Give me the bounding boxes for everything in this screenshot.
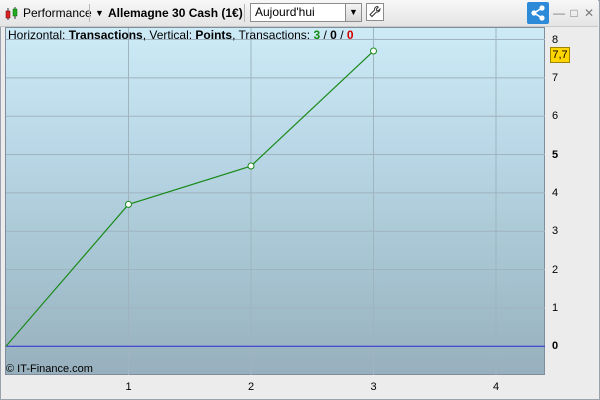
x-tick-label: 4 xyxy=(492,381,500,393)
y-tick-label: 0 xyxy=(552,340,559,353)
vertical-label: , Vertical: xyxy=(142,28,196,42)
performance-chart xyxy=(5,28,545,375)
transactions-label: , Transactions: xyxy=(232,28,314,42)
separator-slash: / xyxy=(320,28,331,42)
y-tick-label: 2 xyxy=(552,263,559,276)
copyright-text: © IT-Finance.com xyxy=(6,363,93,375)
y-tick-label: 6 xyxy=(552,110,559,123)
data-point xyxy=(370,47,377,55)
data-point xyxy=(125,200,132,208)
y-tick-label: 7 xyxy=(552,71,559,84)
x-tick-label: 3 xyxy=(370,381,377,393)
separator-slash: / xyxy=(336,28,347,42)
y-tick-label: 8 xyxy=(552,33,559,46)
x-tick-label: 1 xyxy=(125,381,132,393)
vertical-value: Points xyxy=(195,28,233,42)
data-point xyxy=(247,162,255,170)
horizontal-label: Horizontal: xyxy=(8,28,69,42)
y-tick-label: 5 xyxy=(552,148,559,161)
transactions-loss: 0 xyxy=(346,28,354,42)
y-tick-label: 3 xyxy=(552,225,559,238)
y-tick-label: 1 xyxy=(552,301,559,314)
y-tick-label: 4 xyxy=(552,186,559,199)
last-value-badge: 7,7 xyxy=(550,47,570,63)
performance-series-line xyxy=(5,50,374,347)
transactions-zero: 0 xyxy=(330,28,337,42)
x-tick-label: 2 xyxy=(247,381,255,393)
chart-info-line: Horizontal: Transactions, Vertical: Poin… xyxy=(8,28,354,42)
horizontal-value: Transactions xyxy=(68,28,143,42)
